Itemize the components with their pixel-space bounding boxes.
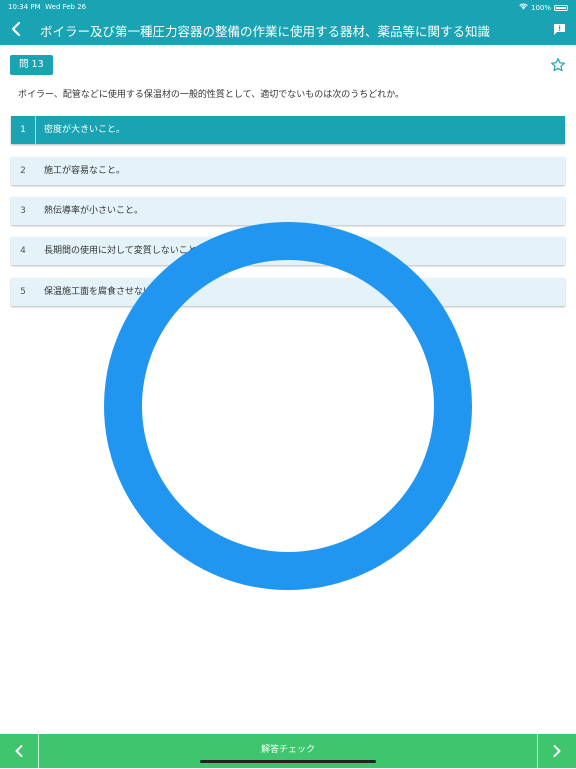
choice-3[interactable]: 3 熱伝導率が小さいこと。 bbox=[11, 197, 565, 225]
choice-1[interactable]: 1 密度が大きいこと。 bbox=[11, 116, 565, 144]
choice-number: 4 bbox=[20, 246, 26, 256]
question-text: ボイラー、配管などに使用する保温材の一般的性質として、適切でないものは次のうちど… bbox=[18, 90, 405, 100]
star-icon bbox=[551, 58, 565, 72]
report-flag-icon bbox=[554, 24, 565, 35]
choice-number: 2 bbox=[20, 166, 26, 176]
choice-text: 密度が大きいこと。 bbox=[44, 125, 126, 135]
page-title: ボイラー及び第一種圧力容器の整備の作業に使用する器材、薬品等に関する知識 bbox=[40, 24, 491, 39]
battery-percent: 100% bbox=[530, 3, 551, 12]
question-number-badge: 問 13 bbox=[10, 55, 53, 75]
chevron-left-icon bbox=[15, 745, 23, 757]
chevron-right-icon bbox=[553, 745, 561, 757]
loading-ring-icon bbox=[104, 222, 472, 590]
previous-question-button[interactable] bbox=[0, 734, 39, 768]
wifi-icon bbox=[519, 3, 528, 12]
status-time: 10:34 PM Wed Feb 26 bbox=[8, 3, 87, 11]
battery-icon bbox=[554, 4, 568, 11]
back-button[interactable] bbox=[6, 18, 26, 40]
status-right: 100% bbox=[519, 3, 568, 12]
choice-number: 1 bbox=[11, 116, 36, 144]
choice-number: 3 bbox=[20, 206, 26, 216]
choice-2[interactable]: 2 施工が容易なこと。 bbox=[11, 157, 565, 185]
report-button[interactable] bbox=[553, 21, 566, 35]
home-indicator bbox=[200, 760, 376, 763]
header-bar: 10:34 PM Wed Feb 26 100% ボイラー及び第一種圧力容器の整… bbox=[0, 0, 576, 45]
choice-text: 施工が容易なこと。 bbox=[44, 166, 126, 176]
choice-text: 熱伝導率が小さいこと。 bbox=[44, 206, 144, 216]
choice-number: 5 bbox=[20, 287, 26, 297]
bookmark-button[interactable] bbox=[550, 57, 566, 73]
next-question-button[interactable] bbox=[537, 734, 576, 768]
status-bar: 10:34 PM Wed Feb 26 100% bbox=[0, 0, 576, 14]
chevron-left-icon bbox=[11, 21, 21, 37]
